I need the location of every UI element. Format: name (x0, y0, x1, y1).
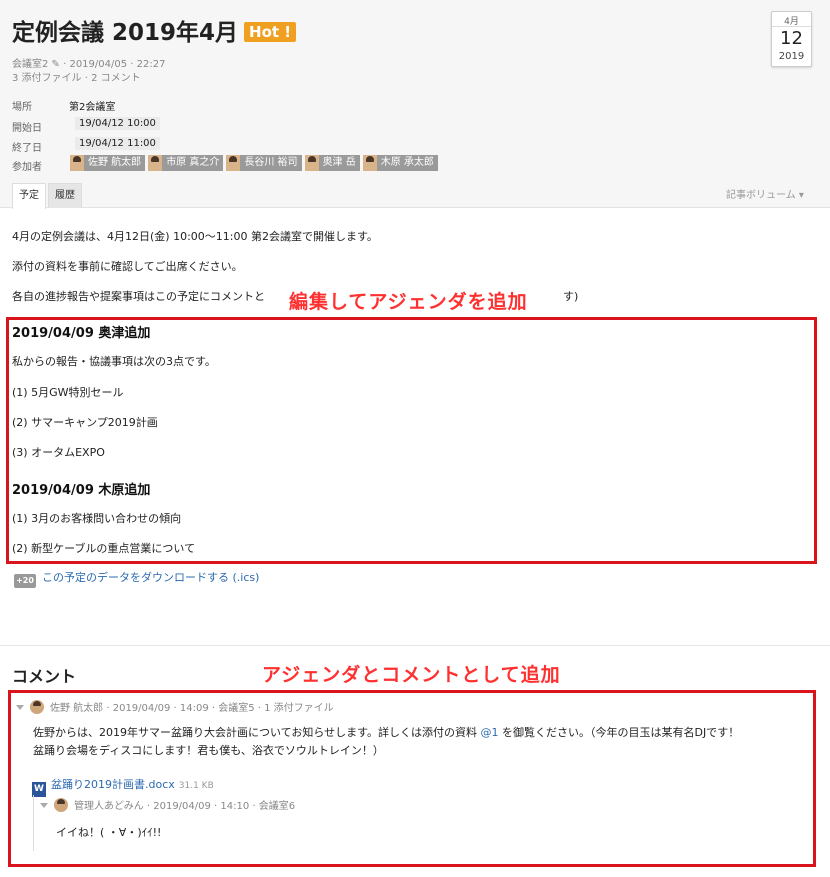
comment-body-line-2: 盆踊り会場をディスコにします！君も僕も、浴衣でソウルトレイン！） (33, 744, 384, 757)
body-paragraph-3-tail: す) (563, 290, 579, 303)
attendee-chip[interactable]: 市原 真之介 (148, 155, 224, 171)
agenda-item: (2) 新型ケーブルの重点営業について (12, 542, 196, 555)
word-file-icon: W (32, 782, 46, 797)
calendar-date-icon: 4月 12 2019 (771, 11, 812, 67)
section-intro: 私からの報告・協議事項は次の3点です。 (12, 355, 216, 368)
avatar-icon (304, 155, 319, 171)
attendees-label: 参加者 (12, 162, 42, 173)
attendee-chip[interactable]: 佐野 航太郎 (70, 155, 146, 171)
event-counts: 3 添付ファイル · 2 コメント (12, 73, 141, 84)
attendee-name: 佐野 航太郎 (88, 157, 142, 168)
avatar-icon (362, 155, 377, 171)
ics-download: +20 この予定のデータをダウンロードする (.ics) (14, 569, 259, 588)
avatar-icon (30, 700, 44, 714)
reply-meta: 管理人あどみん · 2019/04/09 · 14:10 · 会議室6 (74, 801, 296, 812)
collapse-icon[interactable] (16, 705, 24, 710)
ics-download-link[interactable]: この予定のデータをダウンロードする (.ics) (42, 571, 259, 584)
reply-thread-line (33, 795, 34, 851)
comment-header: 佐野 航太郎 · 2019/04/09 · 14:09 · 会議室5 · 1 添… (16, 699, 334, 714)
start-label: 開始日 (12, 123, 42, 134)
section-heading-kihara: 2019/04/09 木原追加 (12, 483, 151, 498)
attendee-name: 長谷川 裕司 (244, 157, 298, 168)
end-value: 19/04/12 11:00 (75, 137, 160, 150)
body-paragraph-3: 各自の進捗報告や提案事項はこの予定にコメントと (12, 290, 265, 303)
reply-header: 管理人あどみん · 2019/04/09 · 14:10 · 会議室6 (40, 797, 295, 812)
tab-bar: 予定 履歴 (12, 183, 84, 209)
article-volume-dropdown[interactable]: 記事ボリューム ▾ (726, 186, 804, 201)
attachment-link[interactable]: 盆踊り2019計画書.docx (51, 778, 175, 791)
agenda-item: (1) 3月のお客様問い合わせの傾向 (12, 512, 182, 525)
comment-text: を御覧ください。（今年の目玉は某有名DJです！ (498, 726, 740, 739)
avatar-icon (226, 155, 241, 171)
agenda-item: (3) オータムEXPO (12, 446, 105, 459)
event-title: 定例会議 2019年4月 Hot ! (12, 13, 297, 47)
avatar-icon (70, 155, 84, 171)
comment-body-line-1: 佐野からは、2019年サマー盆踊り大会計画についてお知らせします。詳しくは添付の… (33, 724, 739, 740)
calendar-month: 4月 (772, 12, 811, 27)
section-heading-okutsu: 2019/04/09 奥津追加 (12, 326, 151, 341)
annotation-comment-agenda: アジェンダとコメントとして追加 (262, 664, 561, 686)
attendee-name: 奥津 岳 (322, 157, 356, 168)
attendee-name: 市原 真之介 (166, 157, 220, 168)
attendee-chip[interactable]: 木原 承太郎 (362, 155, 438, 171)
agenda-item: (2) サマーキャンプ2019計画 (12, 416, 158, 429)
location-value: 第2会議室 (69, 102, 116, 113)
start-value: 19/04/12 10:00 (75, 117, 160, 130)
avatar-icon (148, 155, 163, 171)
reply-body: イイね！( ・∀・)ｲｲ!! (56, 826, 162, 839)
avatar-icon (54, 798, 68, 812)
calendar-day: 12 (780, 28, 803, 49)
body-paragraph-1: 4月の定例会議は、4月12日(金) 10:00〜11:00 第2会議室で開催しま… (12, 230, 378, 243)
location-label: 場所 (12, 102, 32, 113)
calendar-year: 2019 (778, 51, 805, 62)
comment-text: 佐野からは、2019年サマー盆踊り大会計画についてお知らせします。詳しくは添付の… (33, 726, 481, 739)
hot-badge: Hot ! (244, 22, 297, 42)
tab-history[interactable]: 履歴 (48, 183, 82, 208)
agenda-item: (1) 5月GW特別セール (12, 386, 124, 399)
collapse-icon[interactable] (40, 803, 48, 808)
tab-schedule[interactable]: 予定 (12, 183, 46, 209)
attendee-chip[interactable]: 長谷川 裕司 (226, 155, 302, 171)
calendar-download-icon: +20 (14, 574, 36, 588)
comments-heading: コメント (12, 667, 77, 686)
attachment-mention-link[interactable]: @1 (481, 726, 499, 739)
attachment-size: 31.1 KB (178, 781, 214, 791)
divider (0, 645, 830, 646)
annotation-edit-agenda: 編集してアジェンダを追加 (289, 291, 528, 313)
event-title-text: 定例会議 2019年4月 (12, 20, 239, 46)
attachment: W 盆踊り2019計画書.docx 31.1 KB (32, 776, 214, 797)
attendee-list: 佐野 航太郎 市原 真之介 長谷川 裕司 奥津 岳 木原 承太郎 (70, 155, 441, 173)
body-paragraph-2: 添付の資料を事前に確認してご出席ください。 (12, 260, 243, 273)
attendee-chip[interactable]: 奥津 岳 (304, 155, 360, 171)
event-header: 定例会議 2019年4月 Hot ! 会議室2 ✎ · 2019/04/05 · … (0, 0, 830, 209)
end-label: 終了日 (12, 143, 42, 154)
attendee-name: 木原 承太郎 (380, 157, 434, 168)
event-meta: 会議室2 ✎ · 2019/04/05 · 22:27 (12, 59, 166, 70)
comment-meta: 佐野 航太郎 · 2019/04/09 · 14:09 · 会議室5 · 1 添… (50, 703, 334, 714)
